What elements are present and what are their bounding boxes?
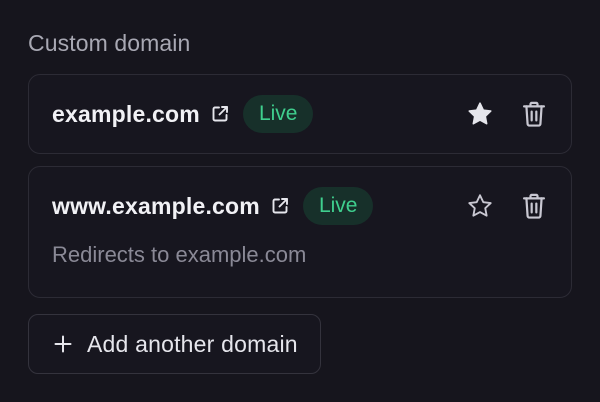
section-title: Custom domain (28, 30, 191, 56)
external-link-icon[interactable] (209, 103, 231, 125)
status-badge: Live (242, 95, 314, 133)
domain-card: example.com Live (28, 74, 572, 154)
custom-domain-panel: Custom domain example.com Live www.examp… (0, 0, 600, 402)
add-domain-button[interactable]: Add another domain (28, 314, 321, 374)
star-filled-icon[interactable] (463, 97, 497, 131)
status-badge: Live (302, 187, 374, 225)
domain-card: www.example.com Live Redirects to exampl… (28, 166, 572, 298)
domain-name: example.com (52, 100, 200, 127)
domain-actions (463, 97, 551, 131)
domain-row: example.com Live (52, 94, 551, 134)
external-link-icon[interactable] (269, 195, 291, 217)
add-domain-label: Add another domain (87, 330, 298, 357)
redirect-note: Redirects to example.com (52, 242, 307, 267)
star-outline-icon[interactable] (463, 189, 497, 223)
trash-icon[interactable] (517, 189, 551, 223)
trash-icon[interactable] (517, 97, 551, 131)
domain-actions (463, 189, 551, 223)
plus-icon (51, 332, 75, 356)
domain-row: www.example.com Live (52, 186, 551, 226)
domain-name: www.example.com (52, 192, 260, 219)
